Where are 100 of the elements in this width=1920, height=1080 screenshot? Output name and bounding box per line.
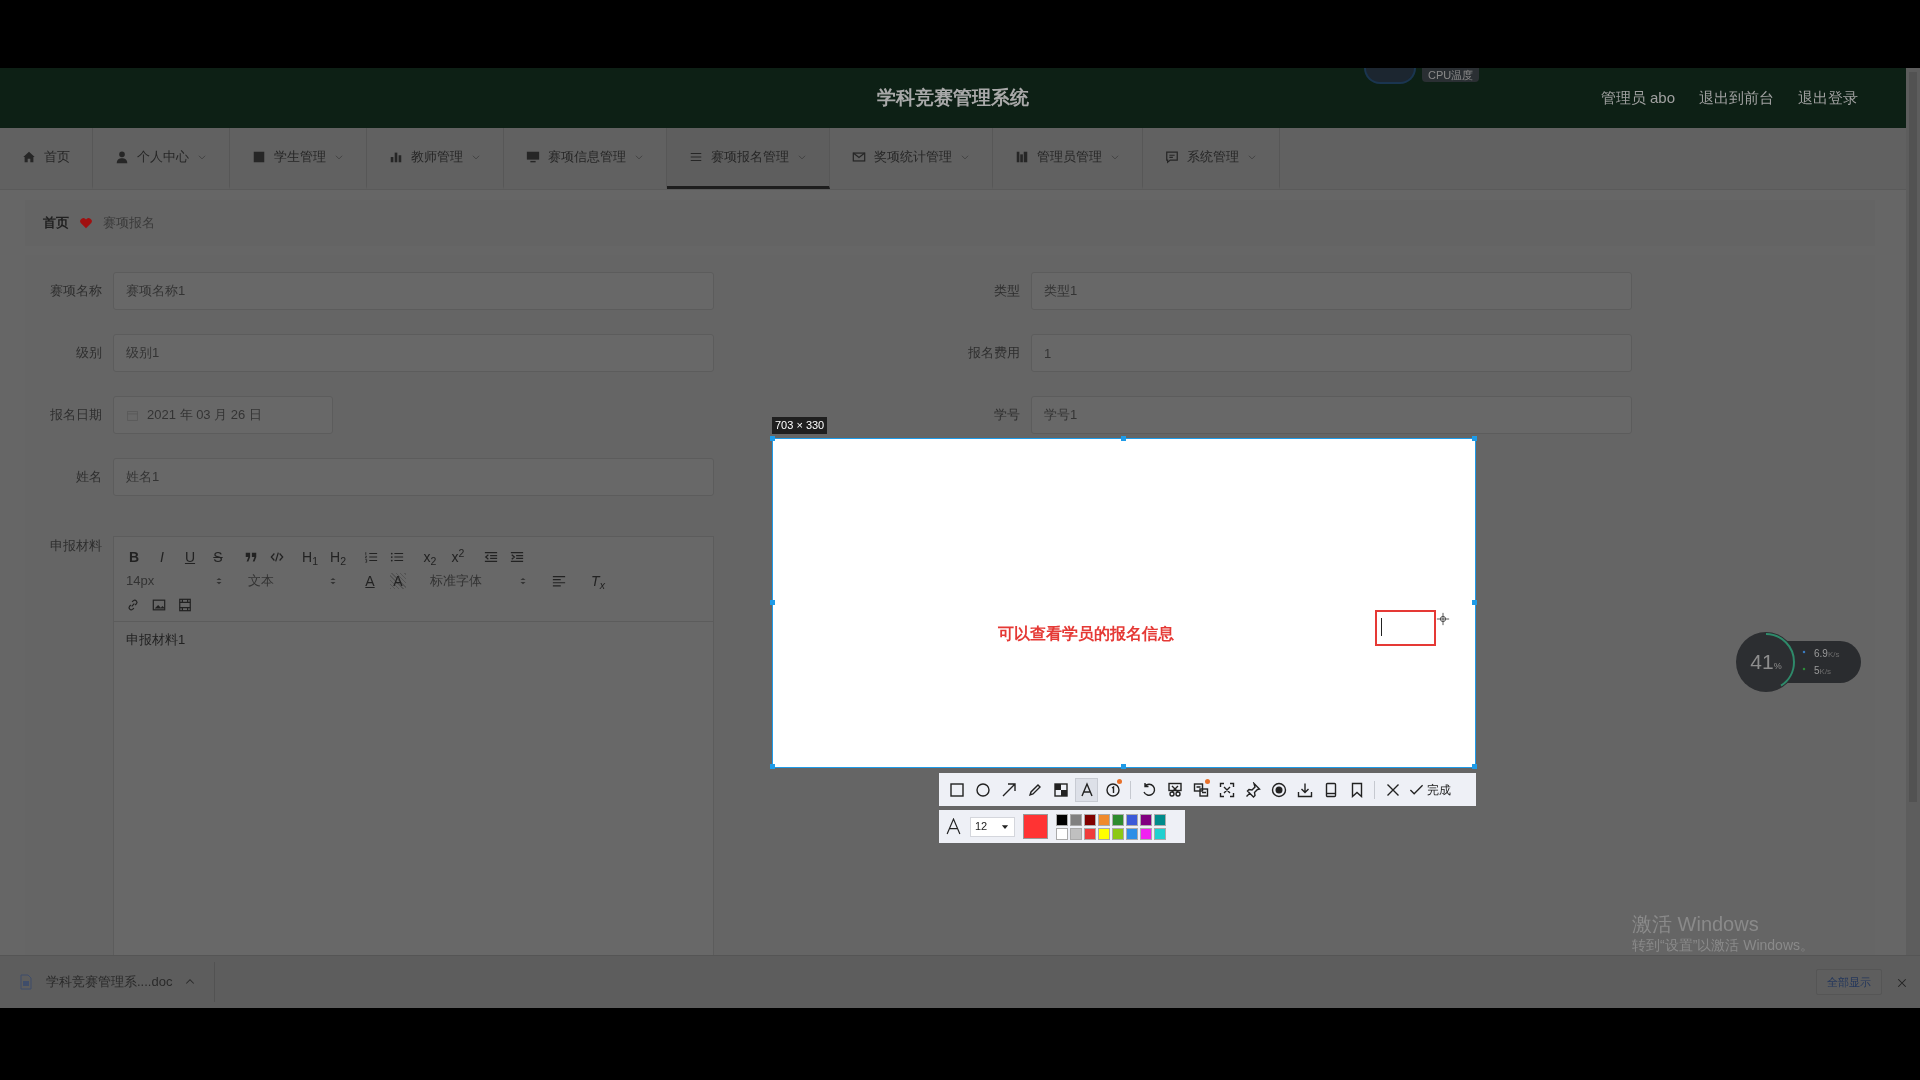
- chevron-down-icon: [334, 152, 344, 162]
- format-button[interactable]: T$_{x}$: [590, 573, 606, 589]
- numbered-marker-icon: [1104, 781, 1121, 798]
- chevron-down-icon: [197, 152, 207, 162]
- color-swatch[interactable]: [1112, 827, 1124, 840]
- color-swatch[interactable]: [1126, 813, 1138, 826]
- current-color-swatch[interactable]: [1023, 814, 1048, 839]
- image-icon[interactable]: [152, 598, 166, 612]
- format-button[interactable]: I: [154, 549, 170, 565]
- columns-icon: [1015, 150, 1029, 164]
- resize-handle[interactable]: [770, 600, 775, 605]
- gauge-icon: [1364, 68, 1416, 84]
- bullet-list-icon[interactable]: [390, 550, 404, 564]
- user-name: 管理员 abo: [1600, 87, 1675, 108]
- color-swatch[interactable]: [1154, 827, 1166, 840]
- format-button[interactable]: A: [390, 573, 406, 589]
- rectangle-icon: [948, 781, 965, 798]
- format-button[interactable]: H$_{1}$: [302, 549, 318, 565]
- indent-icon[interactable]: [510, 550, 524, 564]
- annotation-text: 可以查看学员的报名信息: [998, 624, 1174, 644]
- resize-handle[interactable]: [770, 764, 775, 769]
- color-swatch[interactable]: [1084, 813, 1096, 826]
- close-icon: [1896, 976, 1908, 989]
- header-link[interactable]: 退出到前台: [1699, 86, 1774, 110]
- format-button[interactable]: x$^{2}$: [450, 549, 466, 565]
- app-title: 学科竞赛管理系统: [877, 86, 1029, 108]
- mail-icon: [852, 150, 866, 164]
- format-button[interactable]: B: [126, 549, 142, 565]
- film-icon[interactable]: [178, 598, 192, 612]
- resize-handle[interactable]: [770, 436, 775, 441]
- chevron-down-icon: [960, 152, 970, 162]
- format-button[interactable]: H$_{2}$: [330, 549, 346, 565]
- square-icon: [252, 150, 266, 164]
- editor-text: 申报材料1: [125, 631, 187, 649]
- list-icon: [689, 150, 703, 164]
- text-tool-icon: [1078, 781, 1095, 798]
- color-swatch[interactable]: [1056, 813, 1068, 826]
- mosaic-icon: [1052, 781, 1069, 798]
- color-swatch[interactable]: [1070, 813, 1082, 826]
- resize-handle[interactable]: [1121, 436, 1126, 441]
- pin-icon: [1244, 781, 1261, 798]
- ordered-list-icon[interactable]: [364, 550, 378, 564]
- header-link[interactable]: 退出登录: [1798, 86, 1858, 110]
- updown-caret-icon: [328, 576, 338, 586]
- chevron-down-icon: [471, 152, 481, 162]
- format-button[interactable]: x$_{2}$: [422, 549, 438, 565]
- check-icon: [1409, 782, 1424, 797]
- color-swatch[interactable]: [1056, 827, 1068, 840]
- scissors-icon: [1166, 781, 1183, 798]
- cpu-label: CPU温度: [1422, 68, 1480, 82]
- font-size-select[interactable]: 12: [970, 816, 1015, 837]
- resize-handle[interactable]: [1472, 436, 1477, 441]
- format-button[interactable]: U: [182, 549, 198, 565]
- color-swatch[interactable]: [1098, 813, 1110, 826]
- color-swatch[interactable]: [1098, 827, 1110, 840]
- document-icon: [18, 974, 34, 990]
- resize-handle[interactable]: [1472, 600, 1477, 605]
- align-left-icon[interactable]: [552, 574, 566, 588]
- color-swatch[interactable]: [1140, 827, 1152, 840]
- heart-icon: [79, 216, 93, 230]
- color-swatch[interactable]: [1084, 827, 1096, 840]
- format-button[interactable]: S: [210, 549, 226, 565]
- tool-button[interactable]: [1075, 777, 1098, 802]
- color-swatch[interactable]: [1112, 813, 1124, 826]
- text-caret: [1381, 618, 1382, 636]
- color-swatch[interactable]: [1154, 813, 1166, 826]
- color-swatch[interactable]: [1140, 813, 1152, 826]
- circle-icon: [974, 781, 991, 798]
- font-icon: [945, 818, 962, 835]
- breadcrumb-link[interactable]: 首页: [43, 213, 69, 233]
- notification-dot: [1205, 778, 1210, 784]
- chevron-down-icon: [1110, 152, 1120, 162]
- crosshair-icon: [1436, 612, 1450, 626]
- resize-handle[interactable]: [1121, 764, 1126, 769]
- resize-handle[interactable]: [1472, 764, 1477, 769]
- quote-icon[interactable]: [244, 550, 258, 564]
- done-button[interactable]: 完成: [1407, 780, 1453, 799]
- outdent-icon[interactable]: [484, 550, 498, 564]
- chevron-down-icon: [797, 152, 807, 162]
- bar-chart-icon: [389, 150, 403, 164]
- home-icon: [22, 150, 36, 164]
- chevron-down-icon: [634, 152, 644, 162]
- format-button[interactable]: A: [362, 573, 378, 589]
- link-icon[interactable]: [126, 598, 140, 612]
- chevron-down-icon: [1247, 152, 1257, 162]
- updown-caret-icon: [214, 576, 224, 586]
- scrollbar[interactable]: [1906, 68, 1920, 955]
- updown-caret-icon: [518, 576, 528, 586]
- scan-icon: [1218, 781, 1235, 798]
- record-icon: [1270, 781, 1287, 798]
- code-icon[interactable]: [270, 550, 284, 564]
- pencil-icon: [1026, 781, 1043, 798]
- notification-dot: [1117, 778, 1122, 784]
- user-icon: [115, 150, 129, 164]
- text-input-box[interactable]: [1375, 610, 1436, 646]
- chat-icon: [1165, 150, 1179, 164]
- color-swatch[interactable]: [1126, 827, 1138, 840]
- color-swatch[interactable]: [1070, 827, 1082, 840]
- download-icon: [1296, 781, 1313, 798]
- monitor-icon: [526, 150, 540, 164]
